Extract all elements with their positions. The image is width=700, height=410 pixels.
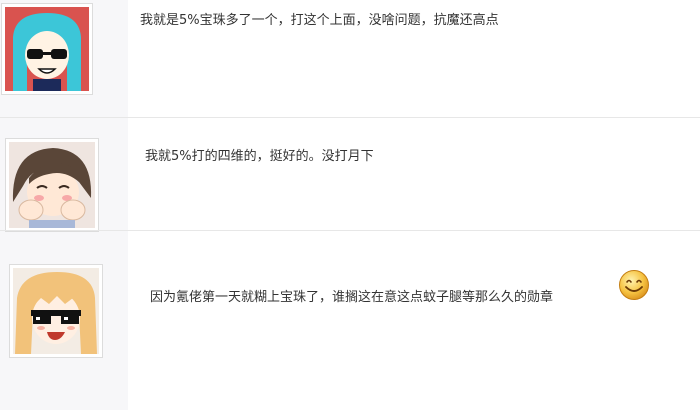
smile-emoji-icon [619,270,649,300]
reply-post-2: 我就5%打的四维的，挺好的。没打月下 [0,118,700,232]
blonde-hair-pixel-glasses-avatar [13,268,99,354]
user-avatar[interactable] [9,264,103,358]
cyan-hair-sunglasses-avatar [5,7,89,91]
brown-hair-laughing-avatar [9,142,95,228]
reply-post-3: 因为氪佬第一天就糊上宝珠了，谁搁这在意这点蚊子腿等那么久的勋章 [0,231,700,410]
post-text: 我就5%打的四维的，挺好的。没打月下 [145,149,374,164]
reply-post-1: 我就是5%宝珠多了一个，打这个上面，没啥问题，抗魔还高点 [0,0,700,117]
user-avatar[interactable] [1,3,93,95]
post-text: 我就是5%宝珠多了一个，打这个上面，没啥问题，抗魔还高点 [140,13,499,28]
post-text: 因为氪佬第一天就糊上宝珠了，谁搁这在意这点蚊子腿等那么久的勋章 [150,290,554,305]
user-avatar[interactable] [5,138,99,232]
